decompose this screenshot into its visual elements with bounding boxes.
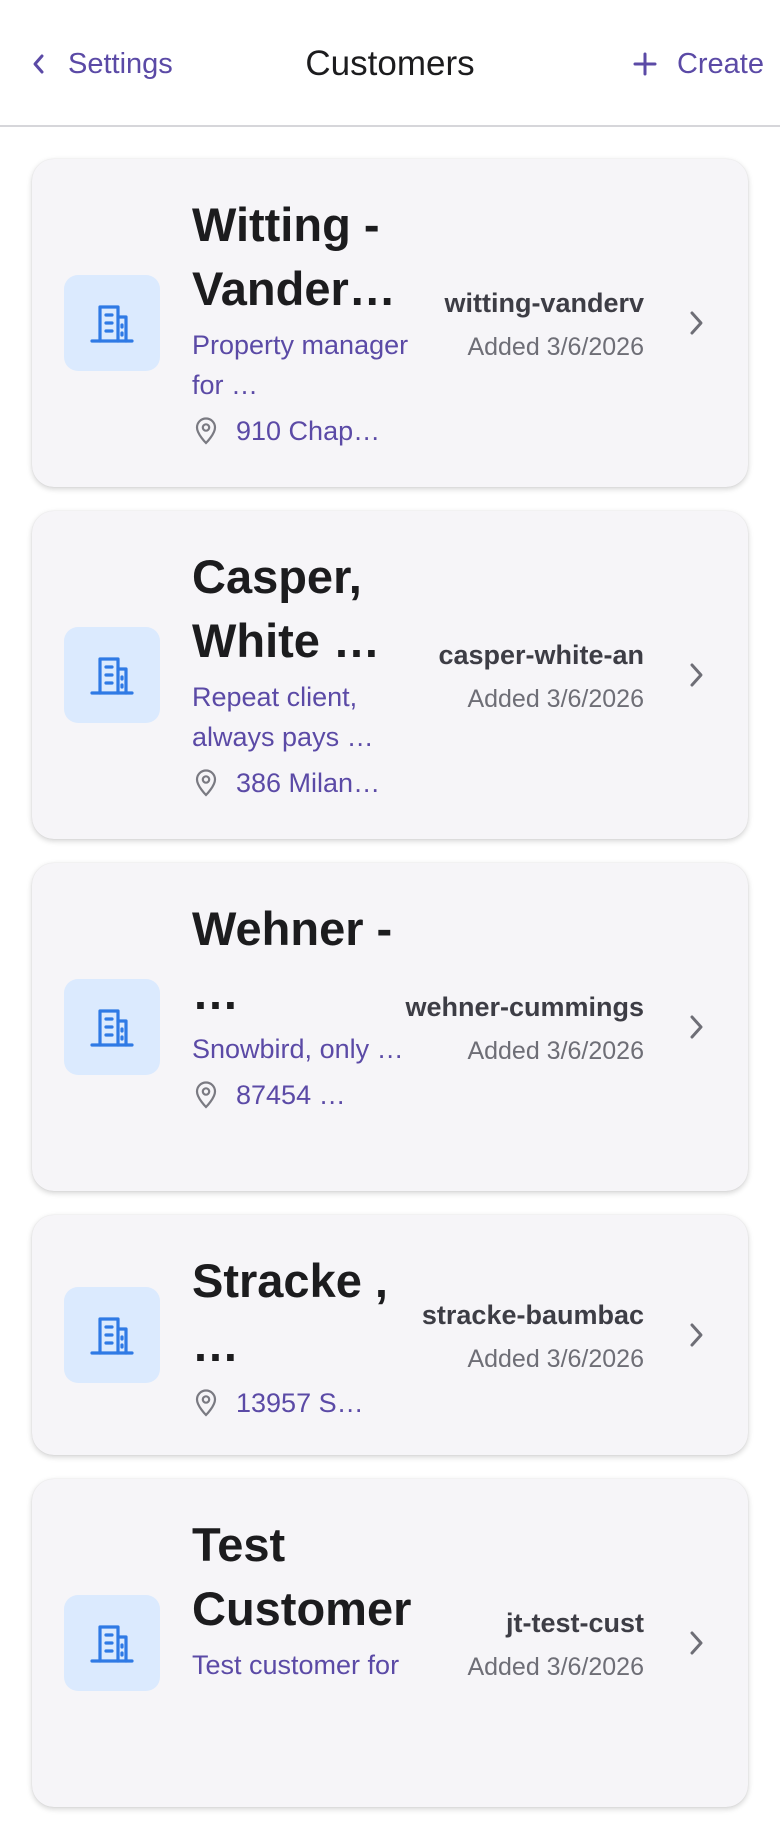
customer-slug: casper-white-an xyxy=(438,640,644,670)
customer-slug: jt-test-cust xyxy=(505,1608,644,1638)
building-icon xyxy=(90,657,134,695)
customer-address: 910 Chap… xyxy=(236,416,381,446)
customer-meta: stracke-baumbac Added 3/6/2026 xyxy=(422,1295,644,1379)
map-pin-icon xyxy=(195,769,217,797)
top-nav-bar: Settings Customers Create xyxy=(0,0,780,127)
customer-card[interactable]: Stracke , … 13957 S… stracke-baumbac Add… xyxy=(32,1215,748,1455)
customer-avatar xyxy=(64,627,160,723)
customer-name: Wehner - … xyxy=(192,902,393,1019)
create-button-label: Create xyxy=(676,47,764,80)
customer-added-date: Added 3/6/2026 xyxy=(467,1037,644,1065)
chevron-right-icon xyxy=(690,311,703,335)
customer-description: Test customer for xyxy=(192,1650,400,1680)
chevron-right-icon xyxy=(690,1015,703,1039)
building-icon xyxy=(90,1009,134,1047)
building-icon xyxy=(90,1625,134,1663)
customer-card[interactable]: Wehner - … Snowbird, only … 87454 … wehn… xyxy=(32,863,748,1191)
customer-description: Repeat client, always pays … xyxy=(192,682,374,752)
create-customer-button[interactable]: Create xyxy=(633,42,764,86)
building-icon xyxy=(90,305,134,343)
customer-info: Witting - Vander… Property manager for …… xyxy=(192,193,412,451)
customer-avatar xyxy=(64,979,160,1075)
customer-info: Wehner - … Snowbird, only … 87454 … xyxy=(192,897,412,1115)
customer-slug: stracke-baumbac xyxy=(421,1300,644,1330)
customer-info: Casper, White … Repeat client, always pa… xyxy=(192,545,412,803)
customer-meta: jt-test-cust Added 3/6/2026 xyxy=(467,1603,644,1687)
customer-meta: witting-vanderv Added 3/6/2026 xyxy=(444,283,644,367)
customer-info: Stracke , … 13957 S… xyxy=(192,1249,412,1423)
customer-address: 386 Milan… xyxy=(236,768,381,798)
customer-name: Stracke , … xyxy=(192,1254,388,1371)
customer-slug: wehner-cummings xyxy=(405,992,644,1022)
map-pin-icon xyxy=(195,1389,217,1417)
map-pin-icon xyxy=(195,417,217,445)
building-icon xyxy=(90,1317,134,1355)
customer-card[interactable]: Witting - Vander… Property manager for …… xyxy=(32,159,748,487)
customer-address-row: 87454 … xyxy=(192,1075,412,1115)
chevron-right-icon xyxy=(690,1323,703,1347)
map-pin-icon xyxy=(195,1081,217,1109)
customer-address: 13957 S… xyxy=(236,1388,364,1418)
customer-avatar xyxy=(64,1287,160,1383)
customer-slug: witting-vanderv xyxy=(444,288,644,318)
customer-address-row: 13957 S… xyxy=(192,1383,412,1423)
customer-description: Property manager for … xyxy=(192,330,409,400)
customer-address-row: 910 Chap… xyxy=(192,411,412,451)
customer-address: 87454 … xyxy=(236,1080,346,1110)
customer-meta: casper-white-an Added 3/6/2026 xyxy=(438,635,644,719)
customer-list: Witting - Vander… Property manager for …… xyxy=(32,159,748,1831)
plus-icon xyxy=(633,52,657,76)
customer-avatar xyxy=(64,275,160,371)
customer-name: Witting - Vander… xyxy=(192,198,396,315)
customer-address-row: 386 Milan… xyxy=(192,763,412,803)
chevron-right-icon xyxy=(690,663,703,687)
chevron-right-icon xyxy=(690,1631,703,1655)
customer-added-date: Added 3/6/2026 xyxy=(467,685,644,713)
customer-added-date: Added 3/6/2026 xyxy=(467,1653,644,1681)
customer-added-date: Added 3/6/2026 xyxy=(467,1345,644,1373)
customer-card[interactable]: Test Customer Test customer for jt-test-… xyxy=(32,1479,748,1807)
customer-info: Test Customer Test customer for xyxy=(192,1513,432,1685)
customer-description: Snowbird, only … xyxy=(192,1034,404,1064)
customer-avatar xyxy=(64,1595,160,1691)
customer-name: Test Customer xyxy=(192,1518,412,1635)
customer-meta: wehner-cummings Added 3/6/2026 xyxy=(405,987,644,1071)
customer-name: Casper, White … xyxy=(192,550,380,667)
customer-card[interactable]: Casper, White … Repeat client, always pa… xyxy=(32,511,748,839)
customer-added-date: Added 3/6/2026 xyxy=(467,333,644,361)
